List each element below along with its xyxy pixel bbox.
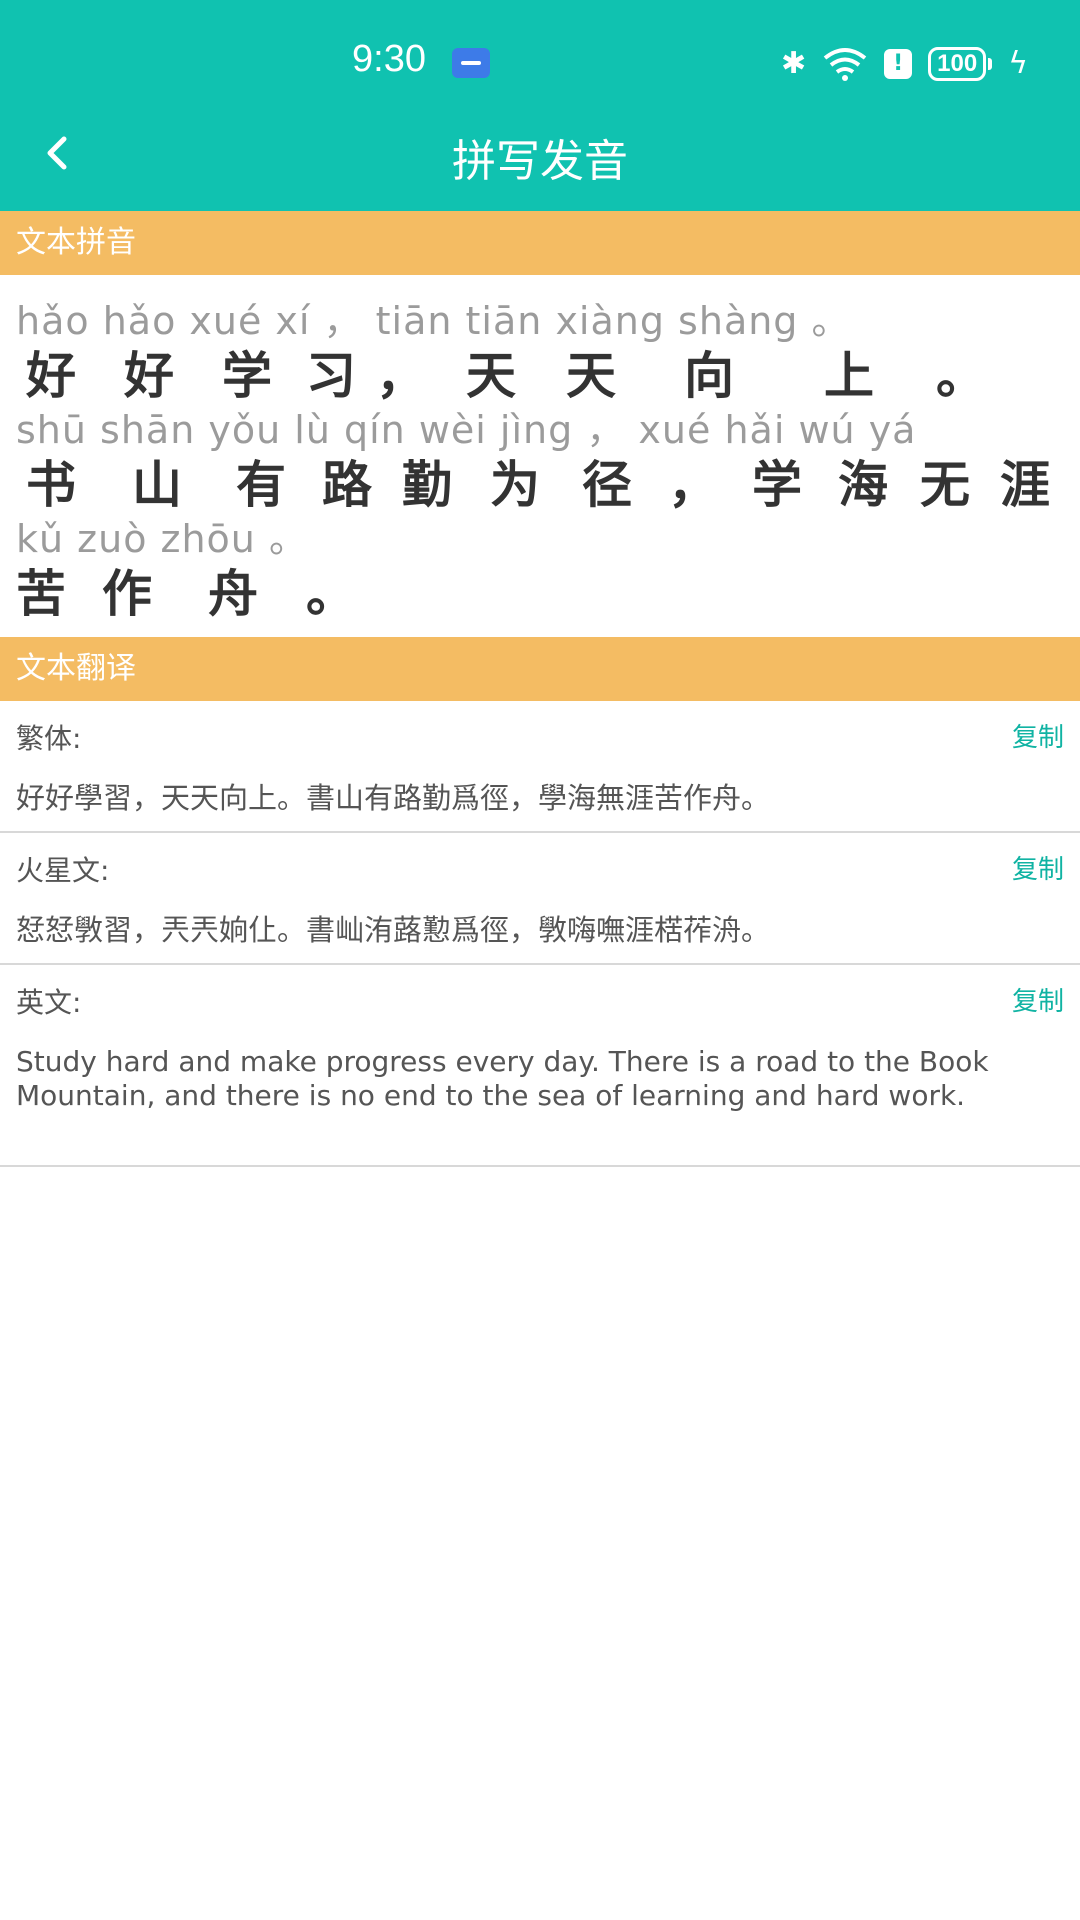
hanzi-char: 为 (490, 456, 540, 514)
hanzi-char: 。 (306, 565, 356, 623)
hanzi-char: 习 (306, 347, 356, 405)
translation-row-english: 英文: 复制 Study hard and make progress ever… (0, 965, 1080, 1167)
translation-row-traditional: 繁体: 复制 好好學習，天天向上。書山有路勤爲徑，學海無涯苦作舟。 (0, 701, 1080, 833)
bluetooth-icon: ✱ (781, 46, 807, 81)
hanzi-char: 作 (102, 565, 152, 623)
hanzi-char: 涯 (1000, 456, 1050, 514)
translation-label: 繁体: (16, 722, 82, 755)
status-time: 9:30 (352, 38, 426, 80)
hanzi-char: 无 (920, 456, 970, 514)
hanzi-char: 书 (26, 456, 76, 514)
hanzi-char: 天 (566, 347, 616, 405)
app-bar: 拼写发音 (0, 95, 1080, 211)
charging-icon: ϟ (1008, 46, 1028, 81)
hanzi-char: 学 (752, 456, 802, 514)
hanzi-char: 。 (936, 347, 986, 405)
translation-row-martian: 火星文: 复制 恏恏斆習，兲兲姠仩。書屾洧蕗懃爲徑，斆嗨嘸涯楛莋洀。 (0, 833, 1080, 965)
hanzi-char: ， (668, 456, 718, 514)
translation-section-header: 文本翻译 (0, 637, 1080, 701)
hanzi-char: ， (376, 347, 426, 405)
translation-text: Study hard and make progress every day. … (16, 1045, 989, 1112)
hanzi-char: 路 (322, 456, 372, 514)
copy-button[interactable]: 复制 (1012, 717, 1064, 754)
hanzi-char: 海 (838, 456, 888, 514)
hanzi-char: 上 (824, 347, 874, 405)
hanzi-char: 好 (26, 347, 76, 405)
copy-button[interactable]: 复制 (1012, 849, 1064, 886)
hanzi-char: 勤 (402, 456, 452, 514)
alert-icon: ! (884, 49, 913, 79)
wifi-icon (823, 48, 867, 81)
hanzi-char: 山 (132, 456, 182, 514)
hanzi-line-2: 书 山 有 路 勤 为 径 ， 学 海 无 涯 (16, 445, 1064, 514)
status-icons: ✱ ! 100 ϟ (781, 44, 1028, 84)
pinyin-section-header: 文本拼音 (0, 211, 1080, 275)
hanzi-char: 天 (466, 347, 516, 405)
translation-label: 英文: (16, 986, 82, 1019)
usb-icon (452, 48, 490, 78)
copy-button[interactable]: 复制 (1012, 981, 1064, 1018)
hanzi-char: 舟 (208, 565, 258, 623)
battery-tip (988, 58, 993, 70)
battery-indicator: 100 (928, 47, 993, 81)
hanzi-char: 学 (222, 347, 272, 405)
translation-label: 火星文: (16, 854, 110, 887)
translation-text: 恏恏斆習，兲兲姠仩。書屾洧蕗懃爲徑，斆嗨嘸涯楛莋洀。 (16, 913, 771, 947)
hanzi-line-3: 苦 作 舟 。 (16, 554, 416, 623)
hanzi-line-1: 好 好 学 习 ， 天 天 向 上 。 (16, 336, 1056, 405)
hanzi-char: 好 (124, 347, 174, 405)
battery-level: 100 (928, 47, 987, 81)
translation-text: 好好學習，天天向上。書山有路勤爲徑，學海無涯苦作舟。 (16, 781, 771, 815)
hanzi-char: 向 (684, 347, 734, 405)
hanzi-char: 径 (582, 456, 632, 514)
page-title: 拼写发音 (452, 136, 628, 187)
hanzi-char: 苦 (16, 565, 66, 623)
hanzi-char: 有 (236, 456, 286, 514)
